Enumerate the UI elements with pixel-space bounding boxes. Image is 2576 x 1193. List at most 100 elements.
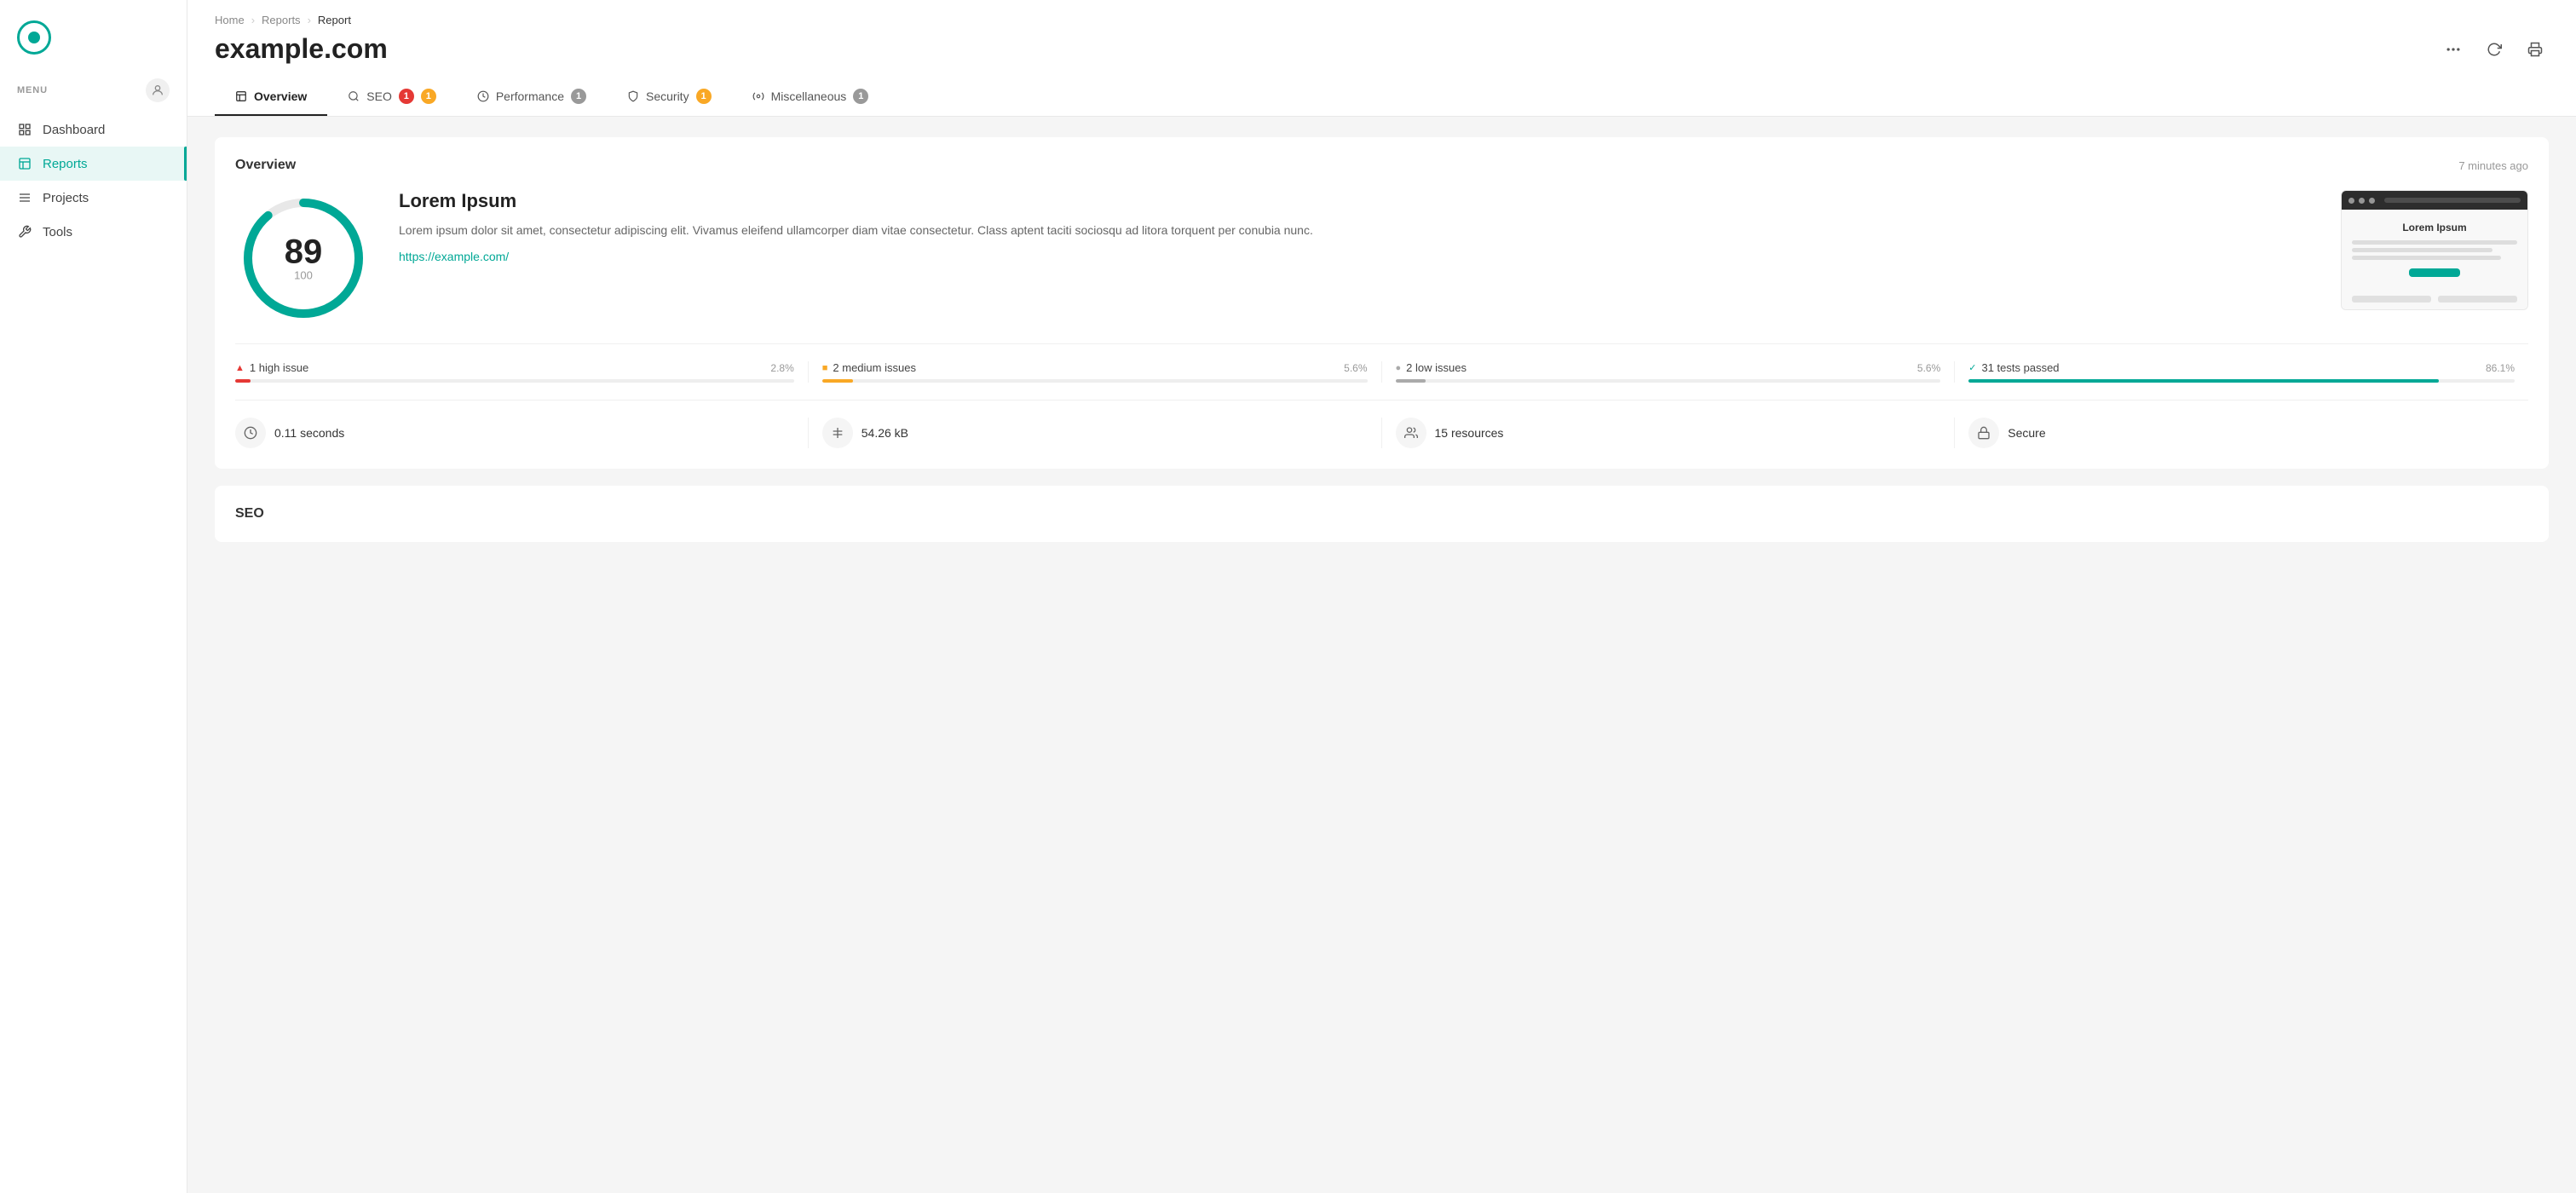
security-tab-icon: [627, 90, 639, 102]
stat-size-value: 54.26 kB: [862, 426, 908, 440]
seo-section-title: SEO: [235, 506, 2528, 522]
timer-svg: [244, 426, 257, 440]
issue-passed-fill: [1968, 379, 2439, 383]
main-nav: Dashboard Reports Projects: [0, 112, 187, 249]
preview-line-2: [2352, 248, 2492, 252]
page-title-row: example.com: [215, 33, 2549, 78]
issue-low-fill: [1396, 379, 1426, 383]
stats-row: 0.11 seconds 54.26 kB: [235, 400, 2528, 448]
secure-icon: [1968, 418, 1999, 448]
issue-high: ▲ 1 high issue 2.8%: [235, 361, 809, 383]
seo-badge-yellow: 1: [421, 89, 436, 104]
issue-passed-track: [1968, 379, 2515, 383]
site-name: Lorem Ipsum: [399, 190, 2314, 212]
logo-icon: [17, 20, 51, 55]
overview-body: 89 100 Lorem Ipsum Lorem ipsum dolor sit…: [235, 190, 2528, 326]
sidebar-item-reports-label: Reports: [43, 157, 88, 171]
main-content: Home › Reports › Report example.com: [187, 0, 2576, 1193]
resources-icon: [1396, 418, 1426, 448]
stat-size: 54.26 kB: [809, 418, 1382, 448]
issue-high-text: 1 high issue: [250, 361, 308, 374]
stat-secure: Secure: [1955, 418, 2528, 448]
tabs-nav: Overview SEO 1 1 Performance 1: [215, 78, 2549, 116]
misc-tab-icon: [752, 90, 764, 102]
issue-medium-fill: [822, 379, 853, 383]
issue-passed-label-row: ✓ 31 tests passed 86.1%: [1968, 361, 2515, 374]
preview-site-title: Lorem Ipsum: [2352, 222, 2517, 233]
issue-low-pct: 5.6%: [1917, 362, 1940, 374]
issue-low-label-row: ● 2 low issues 5.6%: [1396, 361, 1941, 374]
content-area: Overview 7 minutes ago 89 100: [187, 117, 2576, 562]
user-icon-button[interactable]: [146, 78, 170, 102]
preview-url-bar: [2384, 198, 2521, 203]
tab-performance[interactable]: Performance 1: [457, 78, 607, 116]
tab-overview[interactable]: Overview: [215, 78, 327, 116]
people-svg: [1404, 426, 1418, 440]
sidebar-item-tools-label: Tools: [43, 225, 72, 239]
breadcrumb: Home › Reports › Report: [215, 14, 2549, 26]
issue-medium-track: [822, 379, 1368, 383]
issue-low: ● 2 low issues 5.6%: [1382, 361, 1956, 383]
tab-security-label: Security: [646, 89, 689, 103]
tab-seo[interactable]: SEO 1 1: [327, 78, 457, 116]
logo-inner-dot: [28, 32, 40, 43]
user-icon: [151, 84, 164, 97]
issue-high-label: ▲ 1 high issue: [235, 361, 308, 374]
issue-medium-pct: 5.6%: [1344, 362, 1367, 374]
issue-passed: ✓ 31 tests passed 86.1%: [1955, 361, 2528, 383]
logo: [0, 0, 187, 72]
tab-overview-label: Overview: [254, 89, 307, 103]
breadcrumb-sep-1: ›: [251, 14, 255, 26]
sidebar-item-projects-label: Projects: [43, 191, 89, 205]
size-icon: [822, 418, 853, 448]
issue-medium-text: 2 medium issues: [833, 361, 916, 374]
issue-medium-icon: ■: [822, 363, 828, 373]
breadcrumb-sep-2: ›: [308, 14, 311, 26]
dashboard-icon: [17, 122, 32, 137]
score-center: 89 100: [285, 235, 323, 282]
preview-footer-block-2: [2438, 296, 2517, 303]
security-badge: 1: [696, 89, 712, 104]
print-button[interactable]: [2521, 36, 2549, 63]
refresh-button[interactable]: [2481, 36, 2508, 63]
menu-header: MENU: [0, 72, 187, 112]
issue-high-pct: 2.8%: [770, 362, 793, 374]
tab-miscellaneous[interactable]: Miscellaneous 1: [732, 78, 890, 116]
tab-performance-label: Performance: [496, 89, 564, 103]
site-url[interactable]: https://example.com/: [399, 250, 509, 263]
breadcrumb-home[interactable]: Home: [215, 14, 245, 26]
tab-misc-label: Miscellaneous: [771, 89, 847, 103]
preview-cta-button: [2409, 268, 2460, 277]
site-description: Lorem ipsum dolor sit amet, consectetur …: [399, 221, 2314, 239]
overview-tab-icon: [235, 90, 247, 102]
sidebar-item-reports[interactable]: Reports: [0, 147, 187, 181]
issue-medium-label-row: ■ 2 medium issues 5.6%: [822, 361, 1368, 374]
score-total: 100: [285, 269, 323, 282]
issue-low-text: 2 low issues: [1406, 361, 1467, 374]
issue-passed-text: 31 tests passed: [1981, 361, 2059, 374]
sidebar-item-tools[interactable]: Tools: [0, 215, 187, 249]
misc-badge: 1: [853, 89, 868, 104]
ellipsis-icon: [2445, 41, 2462, 58]
menu-label: MENU: [17, 85, 48, 95]
refresh-icon: [2487, 42, 2502, 57]
main-header: Home › Reports › Report example.com: [187, 0, 2576, 117]
projects-icon: [17, 190, 32, 205]
more-options-button[interactable]: [2440, 36, 2467, 63]
tab-security[interactable]: Security 1: [607, 78, 732, 116]
sidebar: MENU Dashboard: [0, 0, 187, 1193]
sidebar-item-projects[interactable]: Projects: [0, 181, 187, 215]
sidebar-item-dashboard[interactable]: Dashboard: [0, 112, 187, 147]
issue-passed-label: ✓ 31 tests passed: [1968, 361, 2059, 374]
issue-low-track: [1396, 379, 1941, 383]
stat-time: 0.11 seconds: [235, 418, 809, 448]
scale-svg: [831, 426, 844, 440]
lock-svg: [1977, 426, 1991, 440]
breadcrumb-reports[interactable]: Reports: [262, 14, 301, 26]
seo-tab-icon: [348, 90, 360, 102]
stat-secure-value: Secure: [2008, 426, 2045, 440]
overview-timestamp: 7 minutes ago: [2458, 159, 2528, 172]
issue-high-track: [235, 379, 794, 383]
preview-dot-2: [2359, 198, 2365, 204]
issue-high-fill: [235, 379, 251, 383]
